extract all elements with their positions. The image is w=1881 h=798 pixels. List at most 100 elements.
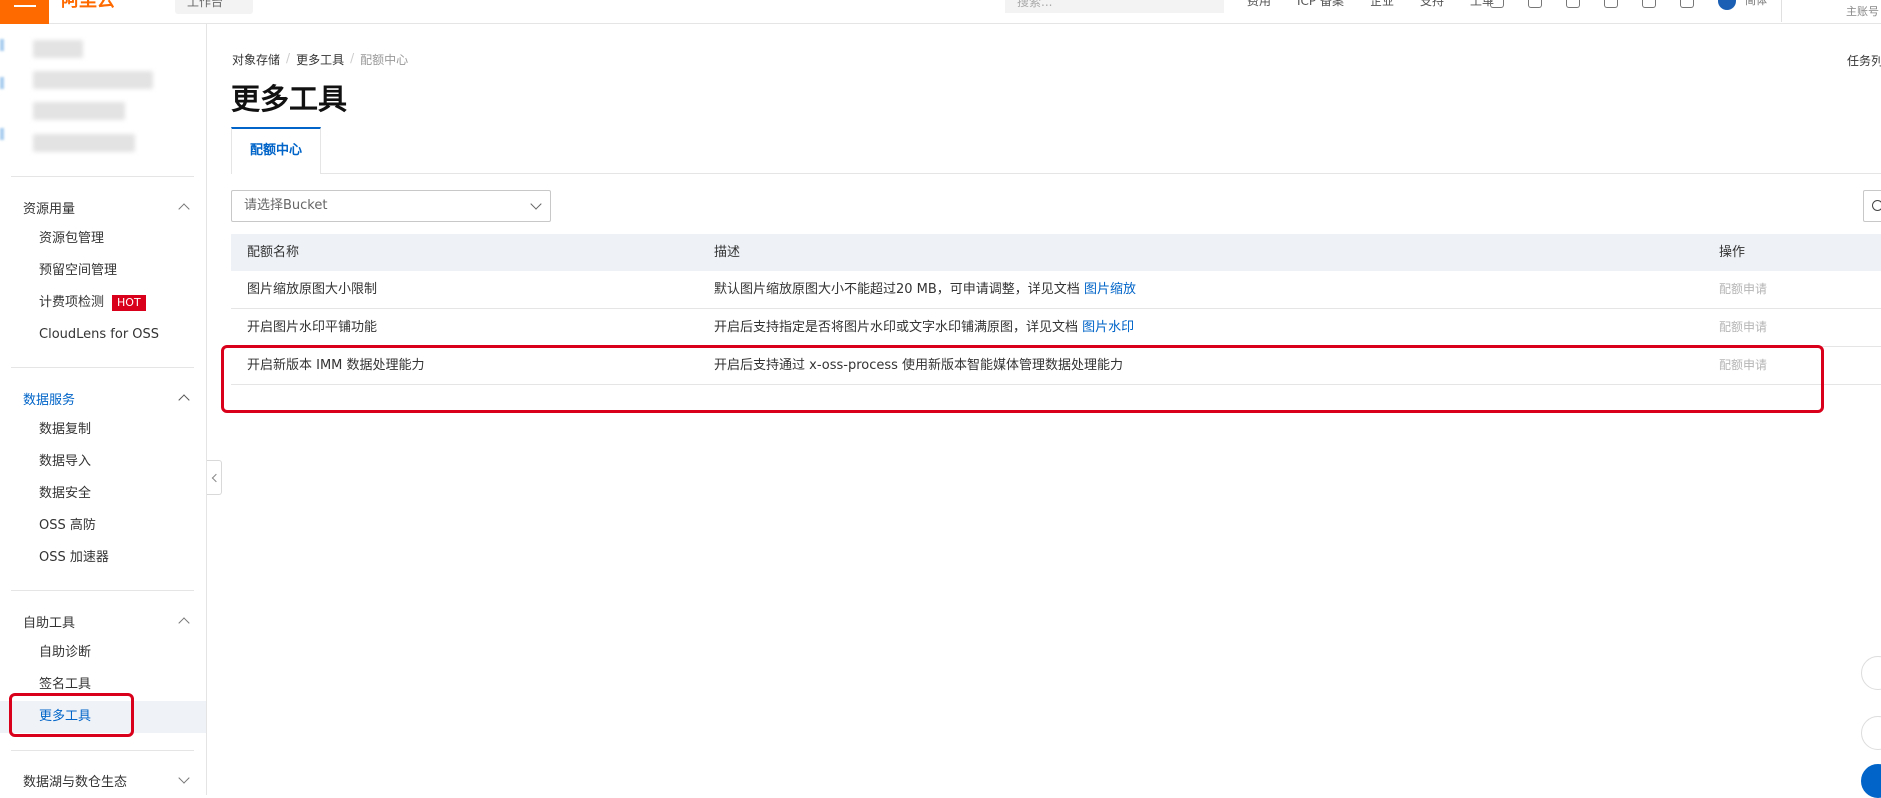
breadcrumb-separator: / — [286, 51, 291, 65]
group-title: 数据湖与数仓生态 — [23, 774, 128, 790]
table-header: 配额名称 描述 操作 — [231, 234, 1881, 271]
aliyun-logo[interactable]: 阿里云 — [61, 0, 115, 14]
quota-name: 开启图片水印平铺功能 — [247, 320, 378, 335]
table-row: 图片缩放原图大小限制 默认图片缩放原图大小不能超过20 MB，可申请调整，详见文… — [231, 271, 1881, 309]
floating-feedback-button[interactable] — [1861, 716, 1881, 750]
top-link-fees[interactable]: 费用 — [1247, 0, 1271, 10]
top-link-icp[interactable]: ICP 备案 — [1297, 0, 1344, 10]
top-divider — [1781, 0, 1782, 22]
sidebar-item-self-diagnosis[interactable]: 自助诊断 — [0, 637, 206, 669]
sidebar-group-self-service-tools[interactable]: 自助工具 — [23, 611, 190, 631]
bucket-select-placeholder: 请选择Bucket — [244, 198, 328, 213]
group-title: 数据服务 — [23, 392, 76, 408]
quota-apply-button[interactable]: 配额申请 — [1719, 271, 1767, 308]
floating-help-button[interactable] — [1861, 656, 1881, 690]
redacted-accent — [0, 77, 4, 89]
description-text: 默认图片缩放原图大小不能超过20 MB，可申请调整，详见文档 — [714, 282, 1084, 297]
redacted-item — [33, 40, 83, 58]
quota-table: 配额名称 描述 操作 图片缩放原图大小限制 默认图片缩放原图大小不能超过20 M… — [231, 234, 1881, 385]
doc-link-image-watermark[interactable]: 图片水印 — [1082, 320, 1134, 335]
redacted-item — [33, 71, 153, 89]
chevron-up-icon — [178, 203, 190, 215]
hot-badge: HOT — [112, 294, 146, 311]
column-header-description: 描述 — [714, 245, 741, 260]
sidebar-item-signature-tool[interactable]: 签名工具 — [0, 669, 206, 701]
message-icon[interactable] — [1528, 0, 1542, 8]
bell-icon[interactable] — [1566, 0, 1580, 8]
language-switch[interactable]: 简体 — [1745, 0, 1767, 6]
page-title: 更多工具 — [231, 82, 348, 116]
chevron-up-icon — [178, 617, 190, 629]
bulb-icon[interactable] — [1642, 0, 1656, 8]
sidebar-item-oss-accelerator[interactable]: OSS 加速器 — [0, 542, 206, 574]
global-search-input[interactable]: 搜索... — [1005, 0, 1224, 13]
avatar-icon[interactable] — [1718, 0, 1736, 10]
sidebar-item-resource-package[interactable]: 资源包管理 — [0, 223, 206, 255]
sidebar-item-oss-ddos[interactable]: OSS 高防 — [0, 510, 206, 542]
sidebar-divider — [11, 590, 194, 591]
top-link-enterprise[interactable]: 企业 — [1370, 0, 1394, 10]
sidebar-divider — [11, 176, 194, 177]
chevron-down-icon — [178, 772, 190, 784]
group-title: 自助工具 — [23, 615, 76, 631]
breadcrumb-quota-center: 配额中心 — [360, 53, 409, 67]
sidebar-item-cloudlens[interactable]: CloudLens for OSS — [0, 319, 206, 351]
search-icon — [1872, 200, 1881, 211]
table-row: 开启新版本 IMM 数据处理能力 开启后支持通过 x-oss-process 使… — [231, 347, 1881, 385]
column-header-name: 配额名称 — [247, 245, 300, 260]
quota-name: 开启新版本 IMM 数据处理能力 — [247, 358, 425, 373]
description-text: 开启后支持指定是否将图片水印或文字水印铺满原图，详见文档 — [714, 320, 1083, 335]
redacted-item — [33, 102, 125, 120]
sidebar-group-data-lake[interactable]: 数据湖与数仓生态 — [23, 770, 190, 790]
sidebar-item-data-import[interactable]: 数据导入 — [0, 446, 206, 478]
top-icon-group — [1490, 0, 1736, 10]
bucket-select[interactable]: 请选择Bucket — [231, 190, 551, 222]
top-navigation-bar: 阿里云 工作台 搜索... 费用 ICP 备案 企业 支持 工单 简体 主账号 — [0, 0, 1881, 24]
quota-description: 开启后支持通过 x-oss-process 使用新版本智能媒体管理数据处理能力 — [714, 358, 1124, 373]
sidebar-item-data-security[interactable]: 数据安全 — [0, 478, 206, 510]
sidebar-group-data-service[interactable]: 数据服务 — [23, 388, 190, 408]
breadcrumb-oss[interactable]: 对象存储 — [232, 51, 280, 68]
top-link-support[interactable]: 支持 — [1420, 0, 1444, 10]
quota-description: 开启后支持指定是否将图片水印或文字水印铺满原图，详见文档 图片水印 — [714, 309, 1134, 346]
redacted-accent — [0, 39, 4, 51]
sidebar: 资源用量 资源包管理 预留空间管理 计费项检测 HOT CloudLens for… — [0, 24, 207, 795]
account-label[interactable]: 主账号 — [1846, 3, 1879, 19]
sidebar-divider — [11, 750, 194, 751]
table-row: 开启图片水印平铺功能 开启后支持指定是否将图片水印或文字水印铺满原图，详见文档 … — [231, 309, 1881, 347]
top-links: 费用 ICP 备案 企业 支持 工单 — [1247, 0, 1494, 10]
cart-icon[interactable] — [1604, 0, 1618, 8]
tab-quota-center[interactable]: 配额中心 — [231, 127, 321, 174]
sidebar-collapse-toggle[interactable] — [207, 460, 222, 495]
quota-name: 图片缩放原图大小限制 — [247, 282, 378, 297]
quota-description: 默认图片缩放原图大小不能超过20 MB，可申请调整，详见文档 图片缩放 — [714, 271, 1136, 308]
task-list-link[interactable]: 任务列 — [1847, 52, 1881, 69]
breadcrumb-separator: / — [350, 51, 355, 65]
quota-apply-button[interactable]: 配额申请 — [1719, 347, 1767, 384]
group-title: 资源用量 — [23, 201, 76, 217]
sidebar-item-reserved-space[interactable]: 预留空间管理 — [0, 255, 206, 287]
sidebar-divider — [11, 367, 194, 368]
floating-chat-button[interactable] — [1861, 764, 1881, 798]
menu-icon — [13, 5, 36, 7]
search-button[interactable] — [1863, 190, 1881, 222]
column-header-action: 操作 — [1719, 245, 1746, 260]
quota-apply-button[interactable]: 配额申请 — [1719, 309, 1767, 346]
redacted-item — [33, 134, 135, 152]
notification-icon[interactable] — [1490, 0, 1504, 8]
breadcrumb: 对象存储 / 更多工具 / 配额中心 — [232, 51, 408, 68]
hamburger-menu-button[interactable] — [0, 0, 49, 24]
doc-link-image-resize[interactable]: 图片缩放 — [1084, 282, 1136, 297]
sidebar-group-resource-usage[interactable]: 资源用量 — [23, 197, 190, 217]
sidebar-item-more-tools[interactable]: 更多工具 — [0, 701, 206, 733]
item-label: 计费项检测 — [39, 295, 105, 310]
workbench-button[interactable]: 工作台 — [175, 0, 253, 14]
chevron-down-icon — [530, 198, 542, 210]
help-icon[interactable] — [1680, 0, 1694, 8]
sidebar-item-billing-check[interactable]: 计费项检测 HOT — [0, 287, 206, 319]
breadcrumb-more-tools[interactable]: 更多工具 — [296, 51, 344, 68]
chevron-up-icon — [178, 394, 190, 406]
tab-bar: 配额中心 — [231, 127, 1881, 174]
sidebar-item-data-replication[interactable]: 数据复制 — [0, 414, 206, 446]
redacted-accent — [0, 128, 4, 140]
